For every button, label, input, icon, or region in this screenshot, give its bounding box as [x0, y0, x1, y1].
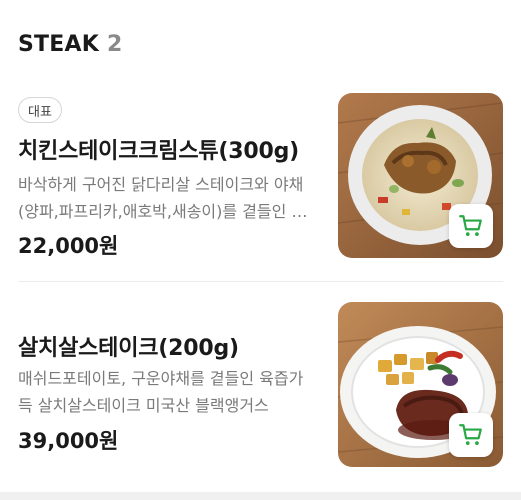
menu-item-description: 매쉬드포테이토, 구운야채를 곁들인 육즙가득 살치살스테이크 미국산 블랙앵거…: [18, 369, 304, 415]
menu-item-photo[interactable]: [338, 302, 503, 467]
menu-item-price: 39,000원: [18, 429, 119, 453]
item-divider: [18, 281, 503, 282]
menu-item-name: 살치살스테이크(200g): [18, 336, 239, 361]
menu-item-description: 바삭하게 구어진 닭다리살 스테이크와 야채(양파,파프리카,애호박,새송이)를…: [18, 175, 307, 221]
section-header: STEAK 2: [18, 28, 122, 60]
menu-item[interactable]: 대표 치킨스테이크크림스튜(300g) 바삭하게 구어진 닭다리살 스테이크와 …: [0, 93, 521, 263]
section-bottom-separator: [0, 492, 521, 500]
menu-item-photo[interactable]: [338, 93, 503, 258]
menu-item[interactable]: 살치살스테이크(200g) 매쉬드포테이토, 구운야채를 곁들인 육즙가득 살치…: [0, 302, 521, 472]
add-to-cart-button[interactable]: [449, 204, 493, 248]
section-item-count: 2: [106, 31, 123, 57]
section-title: STEAK: [18, 31, 99, 57]
cart-icon: [459, 424, 482, 445]
menu-item-name: 치킨스테이크크림스튜(300g): [18, 139, 299, 164]
add-to-cart-button[interactable]: [449, 413, 493, 457]
menu-item-price: 22,000원: [18, 234, 119, 258]
representative-badge: 대표: [18, 97, 62, 123]
cart-icon: [459, 215, 482, 236]
